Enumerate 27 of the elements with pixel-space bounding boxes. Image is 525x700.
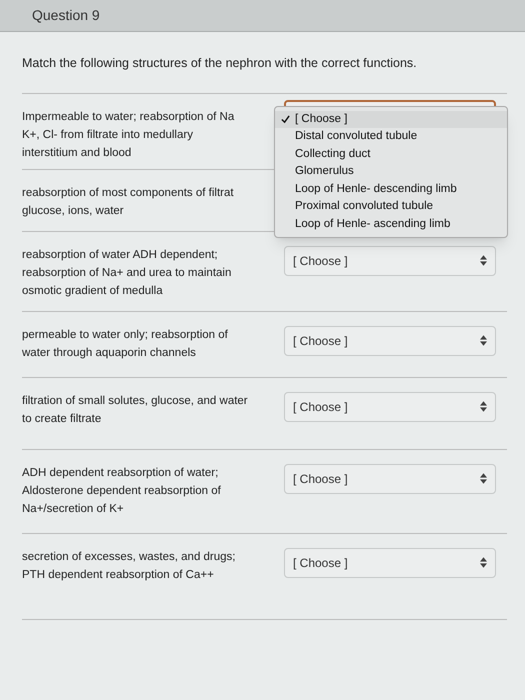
dropdown-option[interactable]: Glomerulus — [275, 163, 507, 181]
function-description: reabsorption of water ADH dependent; reabsorption of Na+ and urea to maintain osmotic gradient of medulla — [22, 248, 232, 299]
question-prompt: Match the following structures of the nephron with the correct functions. — [22, 54, 507, 94]
updown-arrows-icon — [480, 255, 487, 266]
updown-arrows-icon — [480, 473, 487, 484]
updown-arrows-icon — [480, 401, 487, 412]
structure-select[interactable]: [ Choose ] — [284, 246, 496, 276]
dropdown-option[interactable]: Proximal convoluted tubule — [275, 198, 507, 216]
dropdown-option[interactable]: [ Choose ] — [275, 110, 507, 128]
dropdown-option[interactable]: Distal convoluted tubule — [275, 128, 507, 146]
checkmark-icon — [281, 114, 290, 124]
function-description: ADH dependent reabsorption of water; Aldosterone dependent reabsorption of Na+/secretion of K+ — [22, 466, 222, 517]
function-description: permeable to water only; reabsorption of water through aquaporin channels — [22, 328, 229, 361]
dropdown-option[interactable]: Loop of Henle- descending limb — [275, 180, 507, 198]
structure-select[interactable]: [ Choose ] — [284, 392, 496, 422]
function-description: secretion of excesses, wastes, and drugs; PTH dependent reabsorption of Ca++ — [22, 550, 236, 583]
structure-select[interactable]: [ Choose ] — [284, 326, 496, 356]
question-title: Question 9 — [32, 6, 100, 25]
structure-select[interactable]: [ Choose ] — [284, 464, 496, 494]
updown-arrows-icon — [480, 335, 487, 346]
function-description: reabsorption of most components of filtrat glucose, ions, water — [22, 186, 235, 219]
function-description: Impermeable to water; reabsorption of Na K+, Cl- from filtrate into medullary interstitium and blood — [22, 110, 236, 161]
updown-arrows-icon — [480, 557, 487, 568]
function-description: filtration of small solutes, glucose, and water to create filtrate — [22, 394, 249, 427]
dropdown-option[interactable]: Collecting duct — [275, 146, 507, 164]
dropdown-option[interactable]: Loop of Henle- ascending limb — [275, 216, 507, 234]
structure-select[interactable]: [ Choose ] — [284, 548, 496, 578]
